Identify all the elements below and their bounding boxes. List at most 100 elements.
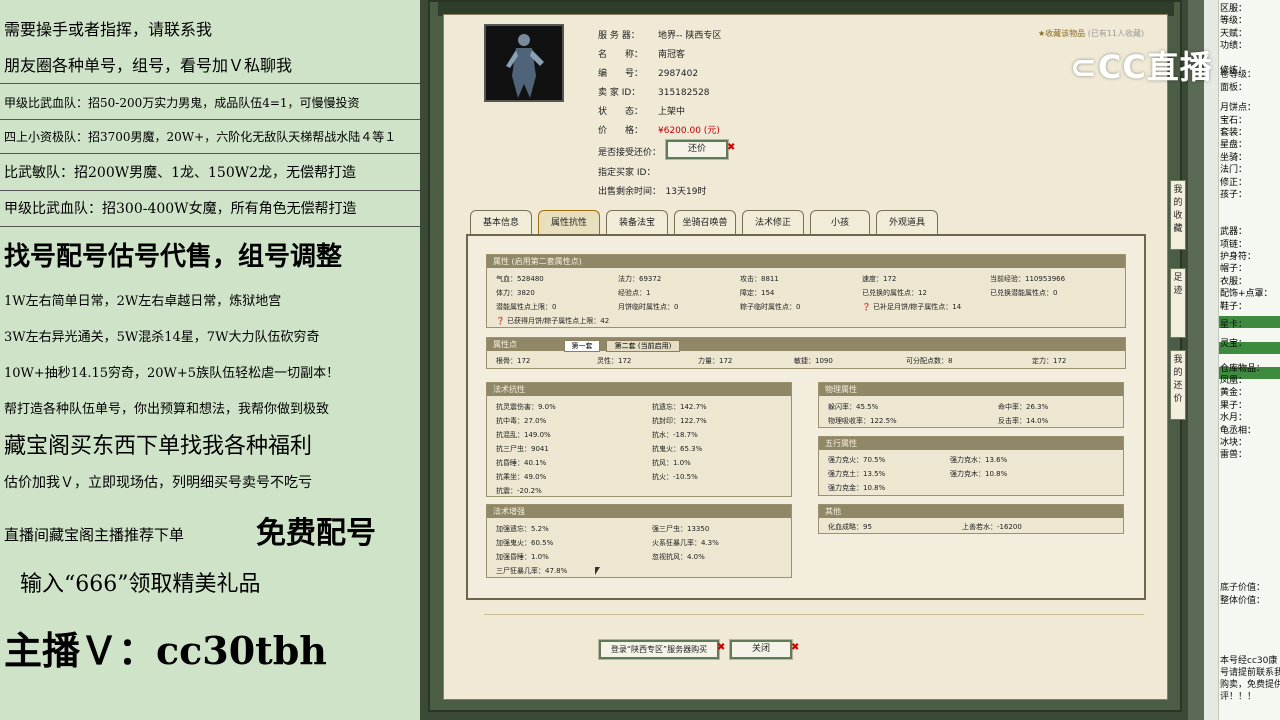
other-cell: 化血成略：95	[828, 523, 872, 531]
resist-cell: 抗风：1.0%	[652, 459, 691, 467]
tab-mounts-pets[interactable]: 坐骑召唤兽	[674, 210, 736, 234]
info-name: 名 称： 南冠客	[598, 50, 686, 60]
resist-header: 法术抗性	[487, 383, 791, 396]
sheet-row: 修正：	[1220, 177, 1248, 188]
sheet-row: 卷等级：	[1220, 70, 1257, 80]
enhance-cell: 加强鬼火：60.5%	[496, 539, 554, 547]
promo-highlight: 免费配号	[256, 516, 376, 551]
resist-cell: 抗水：-18.7%	[652, 431, 698, 439]
sheet-row: 仓库物品：	[1220, 363, 1266, 374]
sheet-row: 武器：	[1220, 227, 1248, 238]
physical-header: 物理属性	[819, 383, 1123, 396]
promo-line: 四上小资极队：招3700男魔，20W+，六阶化无敌队天梯帮战水陆４等１	[4, 130, 397, 144]
sheet-row: 面板：	[1220, 83, 1248, 93]
promo-line: 甲级比武血队：招300-400W女魔，所有角色无偿帮打造	[4, 201, 357, 217]
points-set-1-tab[interactable]: 第一套	[564, 340, 600, 352]
favorite-link[interactable]: ★收藏该物品 (已有11人收藏)	[1038, 28, 1144, 39]
close-icon: ✖	[791, 642, 800, 653]
sheet-row: 法门：	[1220, 165, 1248, 176]
tab-spell-correction[interactable]: 法术修正	[742, 210, 804, 234]
sheet-row: 水月：	[1220, 413, 1248, 424]
info-server: 服 务 器： 地界-- 陕西专区	[598, 31, 722, 41]
close-icon: ✖	[727, 142, 736, 153]
promo-contact: 主播Ｖ：cc30tbh	[4, 628, 327, 673]
sheet-row: 凤凰：	[1220, 376, 1248, 386]
my-counter-offers-button[interactable]: 我的还价	[1170, 350, 1186, 420]
character-avatar	[484, 24, 564, 102]
physical-cell: 物理吸收率：122.5%	[828, 417, 897, 425]
promo-line: 10W+抽秒14.15穷奇，20W+5族队伍轻松虐一切副本！	[4, 366, 340, 381]
cc-live-logo: ⊂CC直播	[1070, 48, 1213, 86]
points-cell: 敏捷：1090	[794, 357, 833, 365]
tab-attributes[interactable]: 属性抗性	[538, 210, 600, 234]
elements-cell: 强力克金：10.8%	[828, 484, 886, 492]
attr-cell: 攻击：8811	[740, 275, 779, 283]
enhance-cell: 三尸狂暴几率：47.8%	[496, 567, 568, 575]
sheet-row: 孩子：	[1220, 190, 1248, 200]
sheet-row: 冰块：	[1220, 438, 1248, 448]
tab-children[interactable]: 小孩	[810, 210, 870, 234]
info-id: 编 号： 2987402	[598, 69, 699, 79]
attr-cell: 经验点：1	[618, 289, 651, 297]
counter-offer-button[interactable]: 还价	[665, 139, 729, 160]
info-seller: 卖 家 ID： 315182528	[598, 88, 710, 98]
help-icon: ❓	[862, 303, 871, 311]
sheet-row: 灵宝：	[1220, 338, 1248, 349]
promo-line: 1W左右简单日常，2W左右卓越日常，炼狱地宫	[4, 294, 282, 309]
sheet-row: 天赋：	[1220, 28, 1248, 39]
sheet-row: 项链：	[1220, 239, 1248, 250]
resist-cell: 抗鬼火：65.3%	[652, 445, 703, 453]
footprint-button[interactable]: 足迹	[1170, 268, 1186, 338]
sheet-row: 坐骑：	[1220, 152, 1248, 163]
login-server-buy-button[interactable]: 登录“陕西专区”服务器购买	[598, 639, 720, 660]
resist-cell: 抗混乱：149.0%	[496, 431, 551, 439]
promo-line: 朋友圈各种单号，组号，看号加Ｖ私聊我	[4, 56, 293, 75]
sheet-row: 宝石：	[1220, 115, 1248, 126]
attr-cell: 气血：528480	[496, 275, 544, 283]
promo-heading: 找号配号估号代售，组号调整	[4, 242, 343, 272]
points-cell: 可分配点数：8	[906, 357, 953, 365]
physical-cell: 反击率：14.0%	[998, 417, 1049, 425]
tab-basic-info[interactable]: 基本信息	[470, 210, 532, 234]
attr-cell: 潜能属性点上限：0	[496, 303, 557, 311]
tab-appearance[interactable]: 外观道具	[876, 210, 938, 234]
info-counter: 是否接受还价：	[598, 148, 662, 158]
enhance-cell: 忽视抗风：4.0%	[652, 553, 705, 561]
sheet-row: 雷兽：	[1220, 450, 1248, 461]
close-button[interactable]: 关闭	[729, 639, 793, 660]
my-favorites-button[interactable]: 我的收藏	[1170, 180, 1186, 250]
divider	[0, 119, 420, 120]
divider	[0, 190, 420, 191]
attribute-header: 属性 (启用第二套属性点)	[487, 255, 1125, 268]
points-cell: 力量：172	[698, 357, 733, 365]
window-edge	[1188, 0, 1204, 720]
divider	[0, 226, 420, 227]
attr-cell: 当前经验：110953966	[990, 275, 1066, 283]
attr-cell: 速度：172	[862, 275, 897, 283]
tab-equipment[interactable]: 装备法宝	[606, 210, 668, 234]
promo-panel: 需要操手或者指挥，请联系我 朋友圈各种单号，组号，看号加Ｖ私聊我 甲级比武血队：…	[0, 0, 420, 720]
resist-cell: 抗遗忘：142.7%	[652, 403, 707, 411]
sheet-row: 套装：	[1220, 128, 1248, 138]
cc-logo-icon: ⊂	[1070, 48, 1098, 86]
close-icon: ✖	[717, 642, 726, 653]
help-icon: ❓	[496, 317, 505, 325]
info-buyer: 指定买家 ID：	[598, 168, 656, 178]
enhance-header: 法术增强	[487, 505, 791, 518]
attr-cell: 已兑换的属性点：12	[862, 289, 927, 297]
sheet-value-row: 整体价值：	[1220, 596, 1266, 606]
attr-cell: 体力：3820	[496, 289, 535, 297]
mouse-cursor-icon	[595, 567, 600, 575]
sheet-row: 星卡：	[1220, 320, 1248, 330]
elements-header: 五行属性	[819, 437, 1123, 450]
attr-cell: 法力：69372	[618, 275, 662, 283]
points-set-2-tab[interactable]: 第二套 (当前启用)	[606, 340, 680, 352]
sheet-note: 评！！！	[1220, 692, 1257, 702]
physical-cell: 躲闪率：45.5%	[828, 403, 879, 411]
divider	[0, 153, 420, 154]
elements-cell: 强力克火：70.5%	[828, 456, 886, 464]
sheet-row: 功绩：	[1220, 41, 1248, 52]
sheet-value-row: 底子价值：	[1220, 583, 1266, 593]
attr-note: ❓ 已获得月饼/粽子属性点上限：42	[496, 317, 610, 325]
sheet-row: 护身符：	[1220, 252, 1257, 262]
